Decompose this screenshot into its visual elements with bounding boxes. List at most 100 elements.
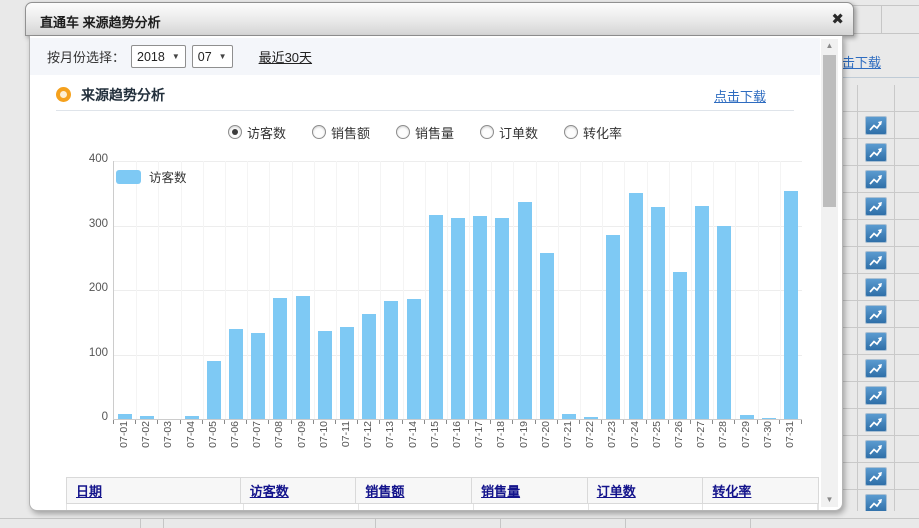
table-cell xyxy=(843,301,858,327)
bar-07-10[interactable] xyxy=(318,331,332,419)
bar-07-28[interactable] xyxy=(717,226,731,420)
trend-chart-icon[interactable] xyxy=(865,359,887,378)
x-axis-tick xyxy=(579,420,580,424)
col-header-link[interactable]: 订单数 xyxy=(597,481,636,500)
y-axis-tick-label: 0 xyxy=(38,411,108,423)
bar-07-20[interactable] xyxy=(540,253,554,419)
bar-07-07[interactable] xyxy=(251,333,265,419)
x-axis-label: 07-06 xyxy=(228,421,242,461)
bar-07-25[interactable] xyxy=(651,207,665,419)
table-cell xyxy=(843,355,858,381)
radio-sales-volume[interactable]: 销售量 xyxy=(396,123,454,142)
download-link[interactable]: 点击下载 xyxy=(714,86,766,105)
bar-07-29[interactable] xyxy=(740,415,754,420)
scrollbar-thumb[interactable] xyxy=(823,55,836,207)
x-axis-label: 07-26 xyxy=(672,421,686,461)
table-cell xyxy=(858,220,895,246)
x-axis-label: 07-17 xyxy=(472,421,486,461)
x-axis-tick xyxy=(623,420,624,424)
gridline xyxy=(669,161,670,419)
bar-07-22[interactable] xyxy=(584,417,598,419)
trend-chart-icon[interactable] xyxy=(865,332,887,351)
y-axis-tick-label: 100 xyxy=(38,347,108,359)
chart-legend[interactable]: 访客数 xyxy=(116,167,187,186)
month-select[interactable]: 07 ▼ xyxy=(192,45,233,68)
scroll-up-icon[interactable]: ▲ xyxy=(821,39,838,53)
table-row xyxy=(843,193,919,220)
bar-07-02[interactable] xyxy=(140,416,154,419)
bar-07-11[interactable] xyxy=(340,327,354,419)
col-header-link[interactable]: 转化率 xyxy=(712,481,751,500)
x-axis-tick xyxy=(335,420,336,424)
trend-chart-icon[interactable] xyxy=(865,467,887,486)
col-header-link[interactable]: 销售额 xyxy=(365,481,404,500)
bar-07-19[interactable] xyxy=(518,202,532,419)
bar-07-24[interactable] xyxy=(629,193,643,419)
bar-07-30[interactable] xyxy=(762,418,776,419)
bar-07-16[interactable] xyxy=(451,218,465,419)
radio-icon xyxy=(312,125,326,139)
table-cell xyxy=(843,166,858,192)
col-header-link[interactable]: 销售量 xyxy=(481,481,520,500)
trend-chart-icon[interactable] xyxy=(865,224,887,243)
x-axis-tick xyxy=(646,420,647,424)
x-axis-tick xyxy=(424,420,425,424)
recent-30-days-link[interactable]: 最近30天 xyxy=(259,47,312,66)
col-header-link[interactable]: 日期 xyxy=(76,481,102,500)
divider xyxy=(500,518,501,528)
bar-07-12[interactable] xyxy=(362,314,376,419)
trend-chart-icon[interactable] xyxy=(865,170,887,189)
bar-07-05[interactable] xyxy=(207,361,221,419)
trend-chart-icon[interactable] xyxy=(865,305,887,324)
trend-chart-icon[interactable] xyxy=(865,494,887,513)
bar-07-14[interactable] xyxy=(407,299,421,419)
x-axis-tick xyxy=(512,420,513,424)
radio-sales-amount[interactable]: 销售额 xyxy=(312,123,370,142)
bar-07-27[interactable] xyxy=(695,206,709,419)
x-axis-label: 07-04 xyxy=(184,421,198,461)
col-header-link[interactable]: 访客数 xyxy=(250,481,289,500)
table-cell xyxy=(843,247,858,273)
data-table: 日期 访客数 销售额 销售量 订单数 转化率 xyxy=(66,477,819,511)
bar-07-04[interactable] xyxy=(185,416,199,419)
x-axis-label: 07-02 xyxy=(139,421,153,461)
bar-07-17[interactable] xyxy=(473,216,487,419)
trend-chart-icon[interactable] xyxy=(865,143,887,162)
divider xyxy=(881,5,882,33)
close-icon[interactable]: ✖ xyxy=(831,10,844,28)
trend-chart-icon[interactable] xyxy=(865,197,887,216)
trend-chart-icon[interactable] xyxy=(865,440,887,459)
gridline xyxy=(314,161,315,419)
trend-chart-icon[interactable] xyxy=(865,116,887,135)
radio-orders[interactable]: 订单数 xyxy=(480,123,538,142)
bar-07-06[interactable] xyxy=(229,329,243,419)
bar-07-23[interactable] xyxy=(606,235,620,419)
bar-07-01[interactable] xyxy=(118,414,132,419)
x-axis-tick xyxy=(757,420,758,424)
x-axis-label: 07-20 xyxy=(539,421,553,461)
trend-chart-icon[interactable] xyxy=(865,386,887,405)
bar-07-26[interactable] xyxy=(673,272,687,419)
radio-conversion-rate[interactable]: 转化率 xyxy=(564,123,622,142)
trend-chart-icon[interactable] xyxy=(865,413,887,432)
bar-07-18[interactable] xyxy=(495,218,509,419)
trend-chart-icon[interactable] xyxy=(865,278,887,297)
modal-title-bar: 直通车 来源趋势分析 ✖ xyxy=(25,2,854,36)
bar-07-09[interactable] xyxy=(296,296,310,419)
table-cell xyxy=(843,85,858,111)
year-select[interactable]: 2018 ▼ xyxy=(131,45,186,68)
divider xyxy=(375,518,376,528)
plot-area[interactable] xyxy=(113,161,802,420)
x-axis-label: 07-01 xyxy=(117,421,131,461)
bar-07-13[interactable] xyxy=(384,301,398,419)
bar-07-21[interactable] xyxy=(562,414,576,419)
x-axis-tick xyxy=(446,420,447,424)
trend-chart-icon[interactable] xyxy=(865,251,887,270)
radio-visitors[interactable]: 访客数 xyxy=(228,123,286,142)
table-cell xyxy=(843,463,858,489)
scroll-down-icon[interactable]: ▼ xyxy=(821,493,838,507)
bar-07-08[interactable] xyxy=(273,298,287,419)
bar-07-31[interactable] xyxy=(784,191,798,419)
modal-scrollbar[interactable]: ▲ ▼ xyxy=(821,39,838,507)
bar-07-15[interactable] xyxy=(429,215,443,419)
